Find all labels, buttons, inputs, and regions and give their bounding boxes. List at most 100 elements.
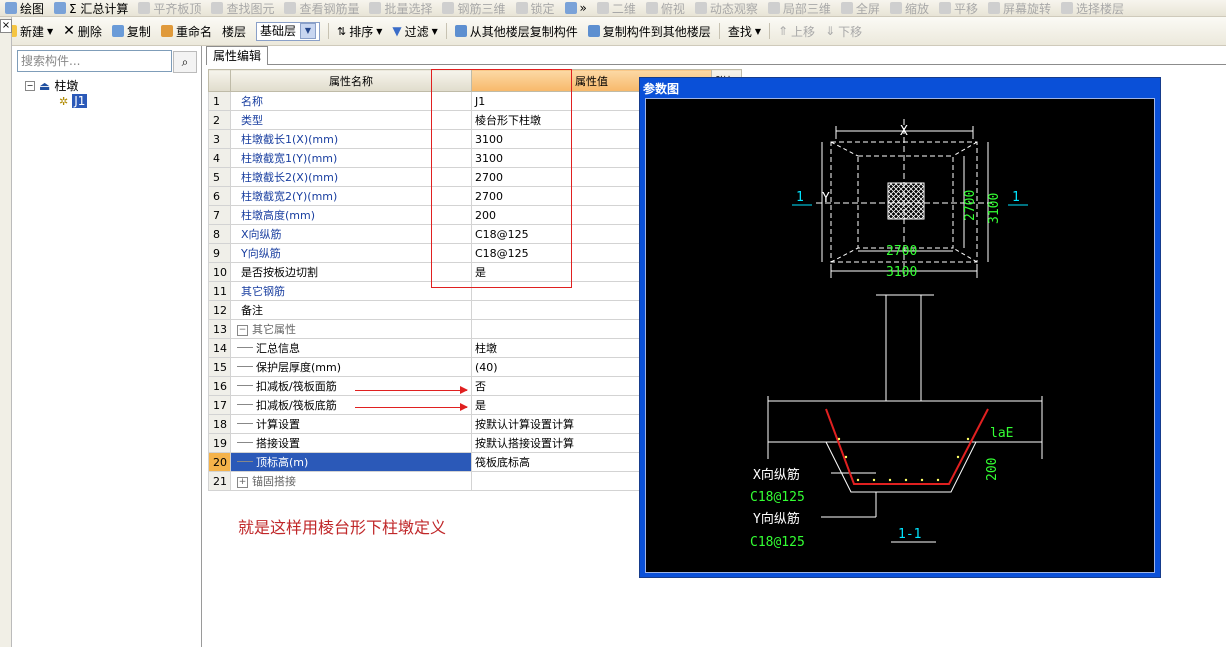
tree-line — [237, 441, 253, 443]
search-input[interactable]: 搜索构件... — [17, 50, 172, 72]
copy-icon — [111, 25, 124, 37]
toolbar-icon — [1060, 2, 1073, 14]
move-up-button[interactable]: ⇑ 上移 — [773, 17, 820, 45]
filter-button[interactable]: ▼ 过滤 ▼ — [387, 17, 442, 45]
property-name-cell: 顶标高(m) — [230, 452, 472, 472]
row-number: 4 — [208, 148, 231, 168]
expand-icon[interactable]: + — [237, 476, 248, 488]
toolbar-icon — [694, 2, 707, 14]
toolbar-item[interactable]: 钢筋三维 — [437, 0, 510, 16]
toolbar-item[interactable]: 平齐板顶 — [133, 0, 206, 16]
row-number: 17 — [208, 395, 231, 415]
row-number: 20 — [208, 452, 231, 472]
rename-button[interactable]: 重命名 — [156, 17, 217, 45]
top-toolbar: 绘图 Σ 汇总计算 平齐板顶 查找图元 查看钢筋量 批量选择 钢筋三维 锁定» 二维 俯视 动态观察… — [0, 0, 1226, 17]
red-arrow-1 — [355, 386, 468, 394]
dim-x-label: X — [900, 124, 908, 139]
property-name-cell: 是否按板边切割 — [230, 262, 472, 282]
row-number: 5 — [208, 167, 231, 187]
toolbar-icon — [767, 2, 780, 14]
sort-button[interactable]: ⇅ 排序 ▼ — [332, 17, 387, 45]
delete-button[interactable]: ✕ 删除 — [58, 17, 107, 45]
rename-icon — [160, 25, 173, 37]
collapse-icon[interactable]: − — [25, 80, 35, 91]
property-name-cell: 柱墩截宽1(Y)(mm) — [230, 148, 472, 168]
property-name-cell: 柱墩截宽2(Y)(mm) — [230, 186, 472, 206]
toolbar-icon — [54, 2, 67, 14]
arrow-down-icon: ⇓ — [825, 24, 836, 38]
height-200-label: 200 — [985, 458, 1000, 481]
toolbar-icon — [211, 2, 224, 14]
toolbar-icon — [889, 2, 902, 14]
toolbar-item[interactable]: 锁定 — [511, 0, 560, 16]
floor-select[interactable]: 基础层 ▼ — [251, 17, 325, 45]
property-name-cell: 柱墩截长1(X)(mm) — [230, 129, 472, 149]
dim-2700-h: 2700 — [886, 244, 917, 259]
row-number: 13 — [208, 319, 231, 339]
property-name-cell: − 其它属性 — [230, 319, 472, 339]
chevron-down-icon[interactable]: ▼ — [299, 23, 316, 39]
toolbar-item[interactable]: 缩放 — [885, 0, 934, 16]
search-icon[interactable]: ⌕ — [173, 51, 197, 73]
toolbar-item[interactable]: 绘图 — [0, 0, 49, 16]
toolbar-item[interactable]: 局部三维 — [763, 0, 836, 16]
toolbar-icon — [138, 2, 151, 14]
tree-line — [237, 384, 253, 386]
tree-node-root[interactable]: − ⏏ 柱墩 — [25, 77, 78, 94]
copy-to-floor-button[interactable]: 复制构件到其他楼层 — [583, 17, 716, 45]
x-bar-value: C18@125 — [750, 490, 805, 505]
toolbar-item[interactable]: 二维 — [592, 0, 641, 16]
row-number: 1 — [208, 91, 231, 111]
copy-to-icon — [587, 25, 600, 37]
y-bar-value: C18@125 — [750, 535, 805, 550]
property-name-cell: X向纵筋 — [230, 224, 472, 244]
property-name-cell: 计算设置 — [230, 414, 472, 434]
collapse-icon[interactable]: − — [237, 324, 248, 336]
row-number: 8 — [208, 224, 231, 244]
toolbar-item[interactable]: » — [560, 0, 592, 16]
property-name-cell: 类型 — [230, 110, 472, 130]
property-name-cell: 扣减板/筏板底筋 — [230, 395, 472, 415]
property-name-cell: Y向纵筋 — [230, 243, 472, 263]
column-pier-icon: ⏏ — [39, 78, 51, 93]
toolbar-item[interactable]: 平移 — [934, 0, 983, 16]
arrow-up-icon: ⇑ — [777, 24, 789, 38]
toolbar-item[interactable]: 查找图元 — [206, 0, 279, 16]
row-number: 14 — [208, 338, 231, 358]
toolbar-item[interactable]: 查看钢筋量 — [279, 0, 364, 16]
property-name-cell: 其它钢筋 — [230, 281, 472, 301]
toolbar-icon — [987, 2, 1000, 14]
close-icon[interactable]: × — [0, 19, 12, 33]
toolbar-item[interactable]: 批量选择 — [364, 0, 437, 16]
param-window[interactable]: 参数图 X Y X向纵筋 Y向纵筋 1 1 1-1 2700 3100 2700… — [639, 77, 1161, 578]
toolbar-item[interactable]: Σ 汇总计算 — [49, 0, 133, 16]
row-number: 6 — [208, 186, 231, 206]
row-number: 15 — [208, 357, 231, 377]
property-name-cell: 汇总信息 — [230, 338, 472, 358]
annotation-text: 就是这样用棱台形下柱墩定义 — [238, 518, 447, 537]
toolbar-item[interactable]: 选择楼层 — [1056, 0, 1129, 16]
toolbar-icon — [515, 2, 528, 14]
property-name-cell: 名称 — [230, 91, 472, 111]
toolbar-item[interactable]: 全屏 — [836, 0, 885, 16]
row-number: 16 — [208, 376, 231, 396]
tab-property-editor[interactable]: 属性编辑 — [206, 46, 269, 65]
param-diagram: X Y X向纵筋 Y向纵筋 1 1 1-1 2700 3100 2700 310… — [645, 98, 1155, 573]
dropdown-icon: ▼ — [47, 26, 54, 36]
filter-icon: ▼ — [392, 24, 402, 38]
toolbar-item[interactable]: 动态观察 — [690, 0, 763, 16]
y-bar-label: Y向纵筋 — [753, 511, 800, 527]
move-down-button[interactable]: ⇓ 下移 — [820, 17, 867, 45]
tree-line — [237, 346, 253, 348]
property-name-cell: 保护层厚度(mm) — [230, 357, 472, 377]
toolbar-item[interactable]: 屏幕旋转 — [983, 0, 1056, 16]
property-name-cell: 扣减板/筏板面筋 — [230, 376, 472, 396]
find-button[interactable]: 查找 ▼ — [723, 17, 766, 45]
toolbar-item[interactable]: 俯视 — [641, 0, 690, 16]
dim-3100-v: 3100 — [987, 193, 1002, 224]
property-name-cell: 柱墩高度(mm) — [230, 205, 472, 225]
copy-from-floor-button[interactable]: 从其他楼层复制构件 — [450, 17, 583, 45]
toolbar-icon — [5, 2, 17, 14]
tree-node-j1[interactable]: ✲ J1 — [59, 94, 88, 108]
copy-button[interactable]: 复制 — [107, 17, 156, 45]
